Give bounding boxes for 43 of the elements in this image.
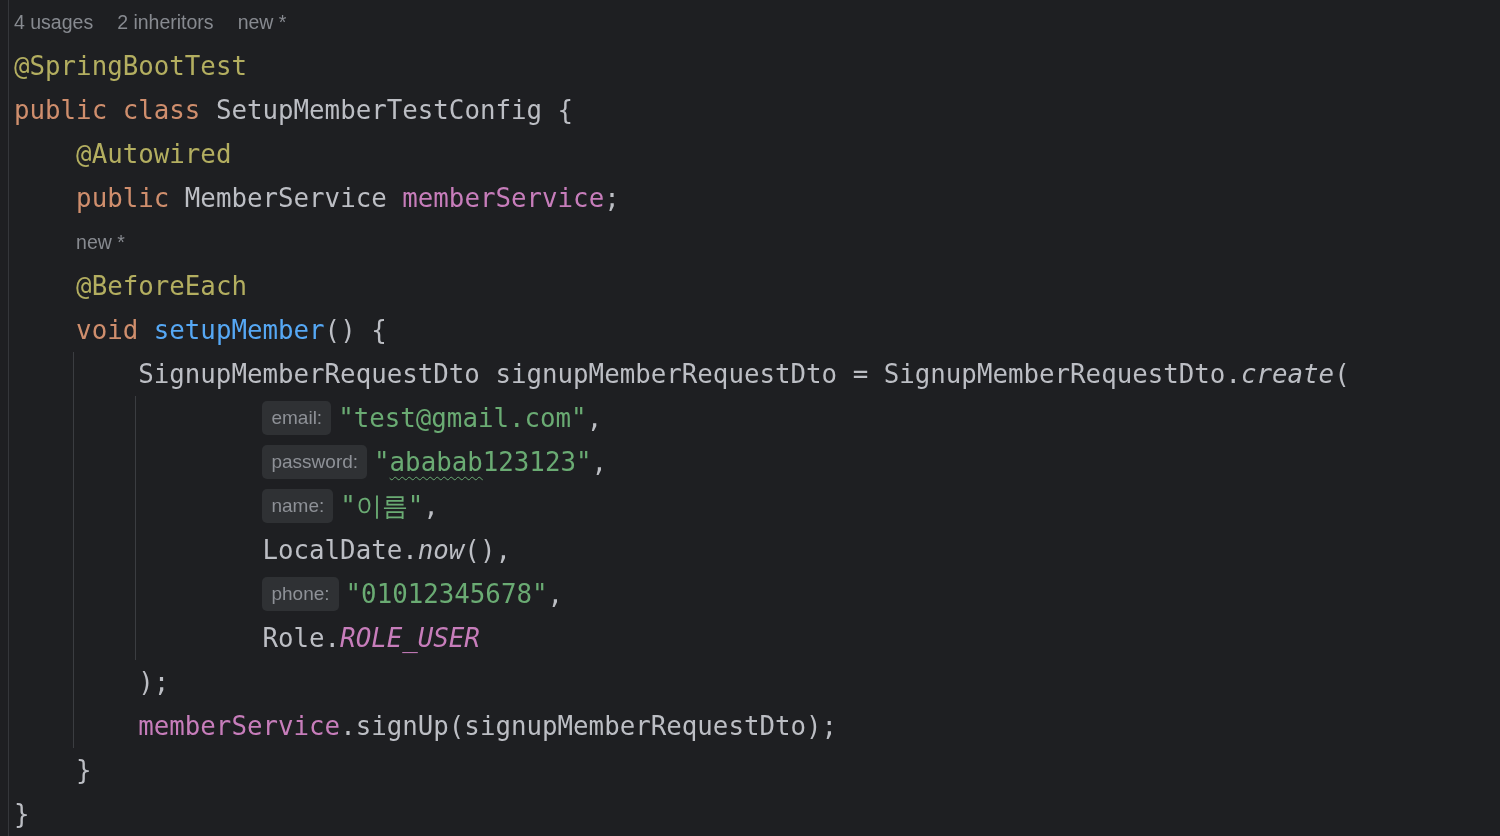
string-literal: 123123" xyxy=(482,447,592,477)
keyword-text: public xyxy=(76,183,170,213)
string-literal: "이름" xyxy=(340,489,424,523)
method-call-text: create xyxy=(1240,359,1335,389)
string-literal: "01012345678" xyxy=(345,579,548,609)
field-name-text: memberService xyxy=(138,711,341,741)
code-text: ; xyxy=(604,183,620,213)
annotation-text: @BeforeEach xyxy=(76,271,247,301)
code-text: SetupMemberTestConfig { xyxy=(214,95,574,125)
code-text: , xyxy=(586,403,603,433)
code-text: MemberService xyxy=(183,183,388,213)
field-name-text: memberService xyxy=(402,183,605,213)
code-text: , xyxy=(591,447,608,477)
code-lens-link[interactable]: new * xyxy=(76,230,125,254)
code-text: } xyxy=(76,755,92,785)
parameter-hint[interactable]: email: xyxy=(262,401,332,435)
code-lens-link[interactable]: 2 inheritors xyxy=(117,10,214,34)
method-name-text: setupMember xyxy=(153,315,325,345)
code-lens-link[interactable]: new * xyxy=(237,10,287,34)
code-text: , xyxy=(547,579,563,609)
parameter-hint[interactable]: password: xyxy=(262,445,368,479)
code-text: () { xyxy=(324,315,387,345)
parameter-hint[interactable]: name: xyxy=(262,489,334,523)
code-text: SignupMemberRequestDto signupMemberRequestDto = SignupMemberRequestDto. xyxy=(138,359,1241,389)
method-call-text: now xyxy=(417,535,465,565)
annotation-text: @SpringBootTest xyxy=(14,51,247,81)
keyword-text: public class xyxy=(14,95,201,125)
code-text: Role. xyxy=(262,623,341,653)
code-text: (), xyxy=(464,535,511,565)
string-literal: ababab xyxy=(389,447,483,477)
code-text: LocalDate. xyxy=(262,535,418,565)
code-text: } xyxy=(14,799,30,829)
string-literal: " xyxy=(374,447,390,477)
code-text: ( xyxy=(1334,359,1350,389)
annotation-text: @Autowired xyxy=(76,139,232,169)
code-text: ); xyxy=(138,667,170,697)
constant-text: ROLE_USER xyxy=(340,623,480,653)
code-text: , xyxy=(423,491,439,521)
string-literal: "test@gmail.com" xyxy=(338,403,587,433)
keyword-text: void xyxy=(76,315,140,345)
code-lens-link[interactable]: 4 usages xyxy=(14,10,94,34)
parameter-hint[interactable]: phone: xyxy=(262,577,339,611)
code-text: .signUp(signupMemberRequestDto); xyxy=(340,711,838,741)
